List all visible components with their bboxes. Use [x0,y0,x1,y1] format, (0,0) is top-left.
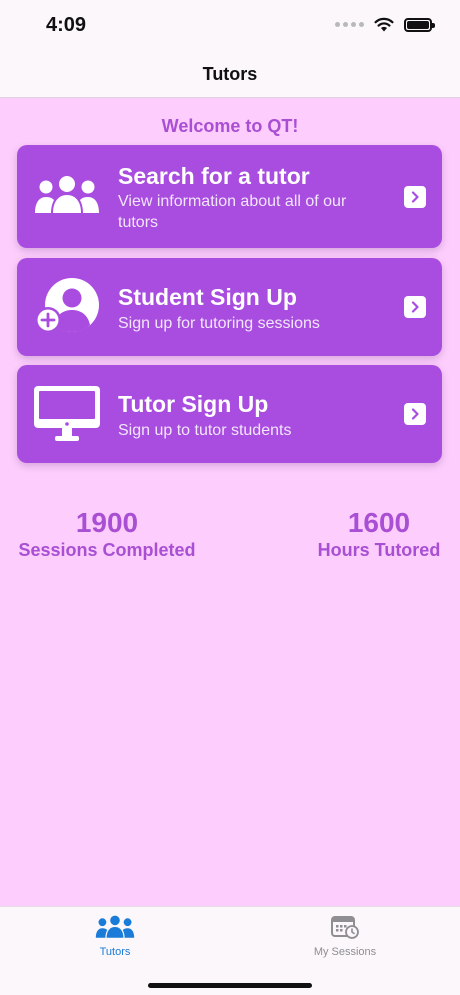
group-icon [95,915,135,938]
wifi-icon [374,17,394,32]
monitor-icon [34,386,100,441]
chevron-right-icon[interactable] [404,403,426,425]
stat-value: 1900 [75,507,139,538]
stat-value: 1600 [347,507,411,538]
status-icons [335,17,435,32]
hours-tutored-stat: 1600 Hours Tutored [304,507,454,561]
main-content: Welcome to QT! Search for a tutor View i… [0,98,460,906]
tab-tutors[interactable]: Tutors [55,915,175,958]
tab-label: My Sessions [313,946,377,958]
battery-icon [404,17,435,32]
page-title: Tutors [202,64,258,84]
card-title: Student Sign Up [118,284,297,310]
group-icon [35,176,99,213]
search-tutor-card[interactable]: Search for a tutor View information abou… [17,145,442,248]
tab-my-sessions[interactable]: My Sessions [285,915,405,958]
card-subtitle: Sign up to tutor students [118,422,292,439]
chevron-right-icon[interactable] [404,296,426,318]
navigation-bar: Tutors [0,52,460,98]
stat-label: Sessions Completed [18,540,196,560]
calendar-clock-icon [331,916,359,939]
sessions-completed-stat: 1900 Sessions Completed [12,507,202,561]
home-indicator [148,983,312,988]
add-user-icon [35,278,99,333]
card-title: Search for a tutor [118,163,310,189]
stat-label: Hours Tutored [317,540,441,560]
cellular-signal-icon [335,22,364,27]
student-signup-card[interactable]: Student Sign Up Sign up for tutoring ses… [17,258,442,356]
tab-label: Tutors [99,946,131,958]
status-bar: 4:09 [0,0,460,52]
status-time: 4:09 [46,14,87,36]
card-subtitle: Sign up for tutoring sessions [118,315,320,332]
welcome-heading: Welcome to QT! [161,116,299,136]
chevron-right-icon[interactable] [404,186,426,208]
card-title: Tutor Sign Up [118,391,269,417]
card-subtitle: View information about all of our tutors [118,193,347,231]
tab-bar: Tutors My Sessions [0,906,460,995]
tutor-signup-card[interactable]: Tutor Sign Up Sign up to tutor students [17,365,442,463]
